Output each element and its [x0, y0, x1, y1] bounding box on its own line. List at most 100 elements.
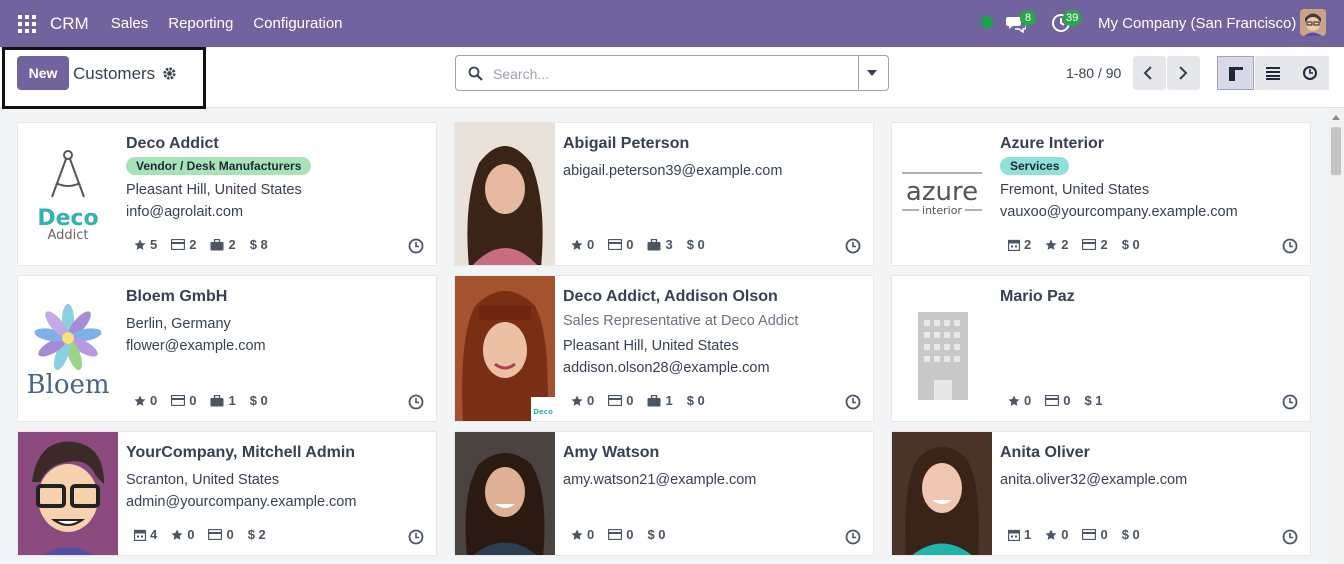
card-email: abigail.peterson39@example.com [563, 163, 783, 179]
stat-briefcase[interactable]: 1 [647, 393, 673, 408]
stat-dollar[interactable]: $ 0 [647, 527, 665, 542]
stat-card[interactable]: 2 [1082, 237, 1108, 252]
stat-card[interactable]: 2 [171, 237, 196, 252]
search-icon [468, 66, 483, 81]
list-view-button[interactable] [1255, 56, 1292, 90]
stat-dollar[interactable]: $ 0 [1122, 237, 1140, 252]
stat-briefcase[interactable]: 2 [210, 237, 236, 252]
stat-dollar[interactable]: $ 0 [687, 237, 705, 252]
stat-star[interactable]: 0 [1045, 527, 1068, 542]
calendar-icon [1008, 239, 1020, 251]
app-name[interactable]: CRM [50, 14, 89, 34]
customer-card[interactable]: Amy Watson amy.watson21@example.com 0 0 … [454, 431, 874, 556]
apps-menu-icon[interactable] [18, 14, 36, 33]
customer-card[interactable]: Bloem Bloem GmbH Berlin, Germany flower@… [17, 275, 437, 422]
search-options-toggle[interactable] [867, 70, 877, 76]
star-icon [571, 395, 583, 406]
user-avatar[interactable] [1300, 9, 1326, 36]
stat-card[interactable]: 0 [608, 237, 633, 252]
list-icon [1266, 67, 1280, 80]
stat-card[interactable]: 0 [608, 393, 633, 408]
activity-clock-icon[interactable] [845, 238, 861, 254]
pager-next-button[interactable] [1167, 56, 1200, 90]
stat-star[interactable]: 0 [134, 393, 157, 408]
activity-clock-icon[interactable] [845, 529, 861, 545]
stat-card[interactable]: 0 [1082, 527, 1108, 542]
star-icon [1045, 239, 1057, 250]
customer-card[interactable]: Anita Oliver anita.oliver32@example.com … [891, 431, 1311, 556]
stat-card[interactable]: 0 [208, 527, 234, 542]
stat-card[interactable]: 0 [608, 527, 633, 542]
customer-card[interactable]: Mario Paz 0 0 $ 1 [891, 275, 1311, 422]
scrollbar-thumb[interactable] [1331, 127, 1341, 175]
scroll-up-arrow[interactable] [1332, 115, 1340, 120]
stat-dollar[interactable]: $ 0 [1122, 527, 1140, 542]
star-icon [134, 395, 146, 406]
card-name: YourCompany, Mitchell Admin [126, 444, 356, 461]
stat-briefcase[interactable]: 1 [210, 393, 236, 408]
card-stats: 1 0 0 $ 0 [1008, 527, 1154, 542]
customer-card[interactable]: Deco Addict Deco Addict Vendor / Desk Ma… [17, 122, 437, 266]
customer-card[interactable]: azure interior Azure Interior Services F… [891, 122, 1311, 266]
activity-clock-icon[interactable] [408, 529, 424, 545]
customer-card[interactable]: YourCompany, Mitchell Admin Scranton, Un… [17, 431, 437, 556]
pager-value[interactable]: 1-80 / 90 [1066, 65, 1121, 81]
activity-clock-icon[interactable] [845, 394, 861, 410]
kanban-view-button[interactable] [1217, 56, 1254, 90]
customer-card[interactable]: Abigail Peterson abigail.peterson39@exam… [454, 122, 874, 266]
azure-logo-text: azure [906, 177, 978, 207]
activity-clock-icon[interactable] [408, 238, 424, 254]
company-logo: Bloem [18, 276, 118, 421]
pager-previous-button[interactable] [1133, 56, 1166, 90]
stat-star[interactable]: 0 [571, 527, 594, 542]
stat-calendar[interactable]: 2 [1008, 237, 1031, 252]
card-name: Abigail Peterson [563, 135, 690, 152]
category-tag: Vendor / Desk Manufacturers [126, 157, 312, 175]
stat-dollar[interactable]: $ 8 [250, 237, 268, 252]
chevron-right-icon [1179, 66, 1188, 80]
card-address: Scranton, United States [126, 472, 280, 488]
stat-dollar[interactable]: $ 0 [250, 393, 268, 408]
stat-star[interactable]: 0 [171, 527, 194, 542]
stat-dollar[interactable]: $ 0 [687, 393, 705, 408]
activity-clock-icon[interactable] [1282, 394, 1298, 410]
card-stats: 0 0 1 $ 0 [134, 393, 282, 408]
stat-calendar[interactable]: 4 [134, 527, 157, 542]
card-address: Berlin, Germany [126, 316, 231, 332]
stat-calendar[interactable]: 1 [1008, 527, 1031, 542]
stat-dollar[interactable]: $ 2 [248, 527, 266, 542]
contact-photo [18, 432, 118, 555]
company-logo: azure interior [892, 123, 992, 265]
star-icon [1008, 395, 1020, 406]
stat-star[interactable]: 0 [571, 393, 594, 408]
card-icon [1082, 239, 1097, 250]
briefcase-icon [210, 394, 224, 406]
stat-card[interactable]: 0 [1045, 393, 1070, 408]
stat-star[interactable]: 0 [1008, 393, 1031, 408]
stat-card[interactable]: 0 [171, 393, 196, 408]
search-input[interactable] [493, 65, 853, 83]
card-name: Deco Addict, Addison Olson [563, 288, 778, 305]
search-bar[interactable] [455, 55, 889, 91]
stat-star[interactable]: 5 [134, 237, 157, 252]
stat-star[interactable]: 0 [571, 237, 594, 252]
briefcase-icon [647, 238, 661, 250]
stat-dollar[interactable]: $ 1 [1084, 393, 1102, 408]
company-switcher[interactable]: My Company (San Francisco) [1098, 15, 1296, 32]
stat-briefcase[interactable]: 3 [647, 237, 673, 252]
star-icon [171, 529, 183, 540]
online-status-dot [981, 16, 993, 28]
activity-clock-icon[interactable] [1282, 238, 1298, 254]
menu-sales[interactable]: Sales [111, 15, 149, 32]
company-placeholder-image [892, 276, 992, 421]
activity-clock-icon[interactable] [408, 394, 424, 410]
menu-reporting[interactable]: Reporting [168, 15, 233, 32]
activity-clock-icon[interactable] [1282, 529, 1298, 545]
menu-configuration[interactable]: Configuration [253, 15, 342, 32]
stat-star[interactable]: 2 [1045, 237, 1068, 252]
activity-view-button[interactable] [1292, 56, 1329, 90]
vertical-scrollbar[interactable] [1328, 109, 1344, 564]
search-divider [858, 56, 859, 90]
customer-card[interactable]: Deco Deco Addict, Addison Olson Sales Re… [454, 275, 874, 422]
briefcase-icon [210, 238, 224, 250]
